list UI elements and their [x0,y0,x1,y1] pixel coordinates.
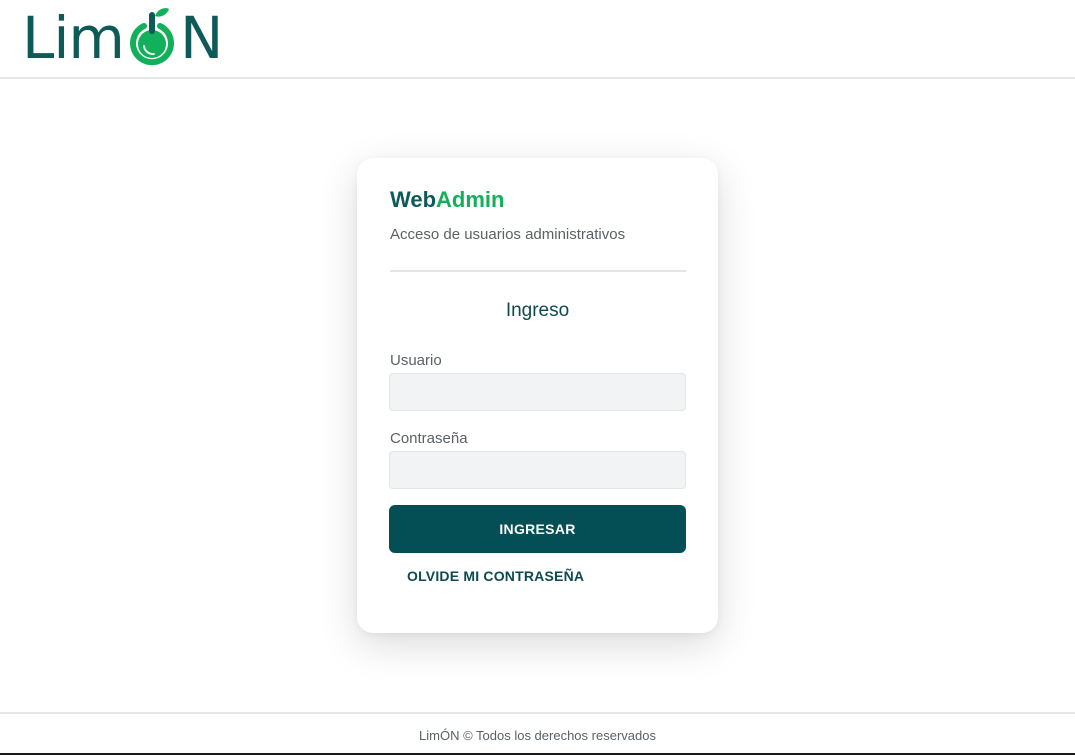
form-title: Ingreso [505,300,570,321]
logo-text-n: N [179,4,223,72]
power-lemon-icon [124,6,180,70]
login-card: WebAdmin Acceso de usuarios administrati… [357,158,718,633]
card-divider [390,270,686,272]
username-input[interactable] [389,373,686,411]
footer-copyright: LimÓN © Todos los derechos reservados [419,728,656,743]
page-footer: LimÓN © Todos los derechos reservados [0,712,1075,755]
logo-text-lim: Lim [22,4,125,72]
webadmin-brand: WebAdmin [390,186,505,214]
top-header: Lim N [0,0,1075,79]
username-label: Usuario [390,352,442,369]
card-subtitle: Acceso de usuarios administrativos [390,226,626,243]
password-label: Contraseña [390,430,468,447]
brand-web-text: Web [390,187,437,212]
login-submit-button[interactable]: INGRESAR [389,505,686,553]
forgot-password-link[interactable]: OLVIDE MI CONTRASEÑA [407,568,584,584]
brand-admin-text: Admin [436,187,505,212]
limon-logo[interactable]: Lim N [22,4,223,72]
password-input[interactable] [389,451,686,489]
